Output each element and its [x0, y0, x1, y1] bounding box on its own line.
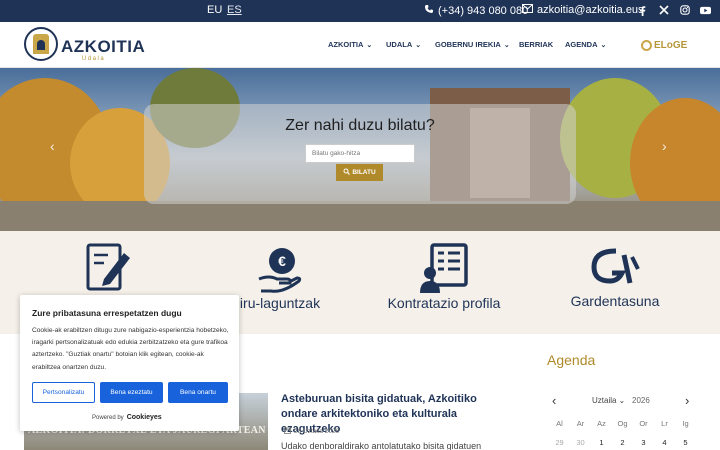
logo-title[interactable]: AZKOITIA	[61, 37, 145, 57]
nav-item-udala[interactable]: UDALA ⌄	[386, 40, 421, 49]
logo-subtitle: Udala	[82, 56, 106, 62]
chevron-left-icon[interactable]: ‹	[50, 138, 55, 154]
accept-button[interactable]: Bena onartu	[168, 382, 228, 403]
svg-text:€: €	[278, 253, 286, 269]
search-button[interactable]: BILATU	[336, 164, 383, 181]
service-gardentasuna[interactable]: Gardentasuna	[560, 247, 670, 309]
top-bar: EU ES (+34) 943 080 080 azkoitia@azkoiti…	[0, 0, 720, 22]
search-panel: Zer nahi duzu bilatu? BILATU	[144, 104, 576, 204]
transparency-icon	[588, 247, 642, 293]
nav-label: AZKOITIA	[328, 40, 364, 49]
service-label: iru-laguntzak	[239, 295, 321, 311]
search-title: Zer nahi duzu bilatu?	[285, 117, 435, 134]
calendar-weekdays: Al Ar Az Og Or Lr Ig	[549, 419, 696, 428]
news-date: 28 Uztaila 2026	[284, 427, 339, 436]
calendar-week: 29 30 1 2 3 4 5	[549, 438, 696, 447]
phone-number: (+34) 943 080 080	[438, 4, 529, 17]
news-date-text: 28 Uztaila 2026	[294, 428, 340, 435]
hero-banner: ‹ › Zer nahi duzu bilatu? BILATU	[0, 68, 720, 231]
chevron-down-icon: ⌄	[600, 41, 607, 49]
cookie-text: Cookie-ak erabiltzen ditugu zure nabigaz…	[32, 327, 229, 371]
cookie-consent-dialog: Zure pribatasuna errespetatzen dugu Cook…	[20, 295, 239, 431]
email-contact[interactable]: azkoitia@azkoitia.eus	[522, 4, 644, 16]
chevron-down-icon: ⌄	[415, 41, 422, 49]
service-label: Gardentasuna	[570, 293, 660, 309]
search-button-label: BILATU	[352, 169, 376, 176]
contract-profile-icon	[418, 243, 470, 295]
year-field[interactable]: 2026	[632, 396, 650, 405]
search-icon	[343, 168, 351, 177]
agenda-title: Agenda	[547, 352, 596, 368]
customize-button[interactable]: Pertsonalizatu	[32, 382, 95, 403]
news-excerpt: Udako denboraldirako antolatutako bisita…	[281, 441, 482, 450]
site-header: AZKOITIA Udala AZKOITIA ⌄ UDALA ⌄ GOBERN…	[0, 22, 720, 68]
weekday-label: Og	[617, 419, 628, 428]
calendar-day[interactable]: 29	[549, 438, 570, 447]
calendar-icon	[284, 427, 291, 436]
reject-button[interactable]: Bena ezeztatu	[100, 382, 163, 403]
calendar-day[interactable]: 4	[654, 438, 675, 447]
service-label: Kontratazio profila	[387, 295, 501, 311]
nav-label: UDALA	[386, 40, 413, 49]
calendar-day[interactable]: 1	[591, 438, 612, 447]
powered-by-text: Powered by	[92, 414, 124, 421]
service-kontratazio-profila[interactable]: Kontratazio profila	[376, 243, 512, 311]
hero-photo-ground	[0, 201, 720, 231]
search-input[interactable]	[305, 144, 415, 163]
nav-label: AGENDA	[565, 40, 598, 49]
weekday-label: Or	[639, 419, 648, 428]
nav-label: GOBERNU IREKIA	[435, 40, 501, 49]
calendar-day[interactable]: 5	[675, 438, 696, 447]
chevron-right-icon[interactable]: ›	[662, 138, 667, 154]
eloge-logo-text: ELoGE	[654, 39, 688, 51]
youtube-icon[interactable]	[700, 4, 711, 16]
month-select[interactable]: Uztaila ⌄	[592, 396, 625, 405]
phone-icon	[424, 4, 434, 17]
money-hand-icon: €	[255, 245, 305, 295]
social-links	[637, 4, 711, 16]
eloge-ring-icon	[641, 39, 652, 51]
email-address: azkoitia@azkoitia.eus	[537, 4, 644, 16]
weekday-label: Az	[597, 419, 606, 428]
envelope-icon	[522, 4, 533, 16]
nav-item-gobernu-irekia[interactable]: GOBERNU IREKIA ⌄	[435, 40, 510, 49]
chevron-down-icon: ⌄	[618, 396, 626, 405]
powered-by: Powered by Cookieyes	[92, 414, 162, 421]
chevron-down-icon: ⌄	[503, 41, 510, 49]
nav-item-agenda[interactable]: AGENDA ⌄	[565, 40, 606, 49]
language-eu-link[interactable]: EU	[207, 4, 222, 16]
nav-item-berriak[interactable]: BERRIAK	[519, 40, 553, 49]
calendar-day[interactable]: 2	[612, 438, 633, 447]
municipality-logo-icon[interactable]	[24, 27, 58, 61]
weekday-label: Lr	[661, 419, 668, 428]
service-diru-laguntzak[interactable]: € iru-laguntzak	[230, 245, 330, 311]
nav-label: BERRIAK	[519, 40, 554, 49]
x-icon[interactable]	[658, 4, 669, 16]
service-document[interactable]	[60, 239, 160, 295]
cookie-title: Zure pribatasuna errespetatzen dugu	[32, 308, 182, 318]
eloge-partner-logo[interactable]: ELoGE	[641, 36, 699, 54]
chevron-left-icon[interactable]: ‹	[552, 393, 556, 408]
chevron-down-icon: ⌄	[366, 41, 373, 49]
weekday-label: Al	[556, 419, 563, 428]
calendar-day[interactable]: 30	[570, 438, 591, 447]
cookieyes-logo[interactable]: Cookieyes	[127, 414, 162, 421]
weekday-label: Ar	[576, 419, 585, 428]
weekday-label: Ig	[682, 419, 689, 428]
facebook-icon[interactable]	[637, 4, 648, 16]
calendar-day[interactable]: 3	[633, 438, 654, 447]
language-es-link[interactable]: ES	[227, 4, 242, 16]
chevron-right-icon[interactable]: ›	[685, 393, 689, 408]
month-select-value: Uztaila	[592, 396, 617, 405]
phone-contact[interactable]: (+34) 943 080 080	[424, 4, 528, 17]
document-edit-icon	[84, 239, 136, 295]
nav-item-azkoitia[interactable]: AZKOITIA ⌄	[328, 40, 372, 49]
instagram-icon[interactable]	[679, 4, 690, 16]
